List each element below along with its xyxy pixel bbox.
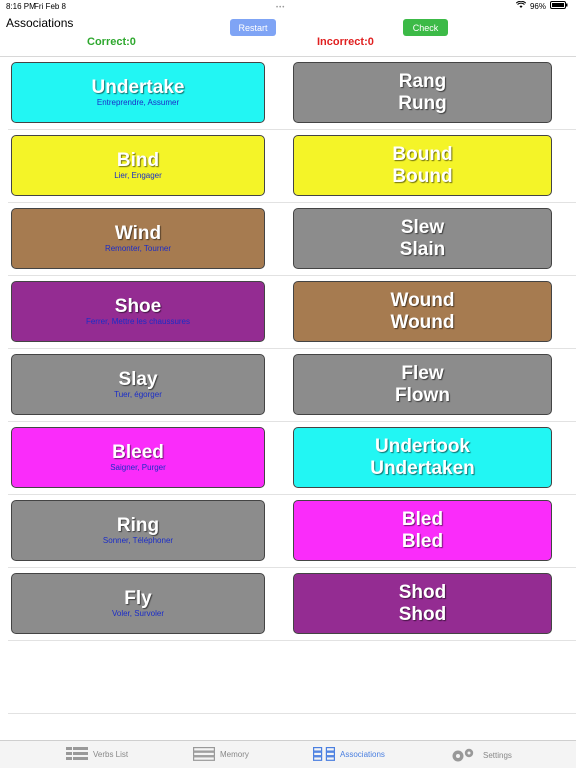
status-right: 96% (515, 0, 568, 11)
participle-form: Undertaken (370, 457, 475, 479)
association-row: Undertake Entreprendre, Assumer Rang Rung (8, 57, 576, 130)
verb-word: Bleed (112, 442, 164, 463)
association-row: Slay Tuer, égorger Flew Flown (8, 349, 576, 422)
battery-percent: 96% (529, 1, 546, 11)
association-row: Wind Remonter, Tourner Slew Slain (8, 203, 576, 276)
check-button[interactable]: Check (403, 19, 448, 36)
forms-card[interactable]: Bled Bled (293, 500, 552, 561)
past-form: Slew (400, 216, 445, 238)
association-row: Shoe Ferrer, Mettre les chaussures Wound Wo… (8, 276, 576, 349)
tab-verbs-list[interactable]: Verbs List (66, 747, 128, 761)
past-form: Wound (390, 289, 455, 311)
tab-label: Settings (483, 750, 512, 760)
verb-word: Fly (124, 588, 152, 609)
forms-card[interactable]: Flew Flown (293, 354, 552, 415)
tab-memory[interactable]: Memory (193, 747, 249, 761)
verb-word: Bind (116, 150, 160, 171)
participle-form: Bled (401, 530, 444, 552)
verb-word: Ring (116, 515, 160, 536)
forms-card[interactable]: Rang Rung (293, 62, 552, 123)
verb-translation: Saigner, Purger (110, 463, 166, 472)
tab-label: Associations (340, 749, 385, 759)
participle-form: Shod (398, 603, 447, 625)
participle-form: Flown (395, 384, 450, 406)
verb-word: Shoe (114, 296, 162, 317)
status-time: 8:16 PM (6, 2, 36, 11)
forms-card[interactable]: Undertook Undertaken (293, 427, 552, 488)
participle-form: Bound (392, 165, 453, 187)
correct-count: Correct:0 (87, 36, 136, 48)
participle-form: Wound (390, 311, 455, 333)
verb-translation: Sonner, Téléphoner (102, 536, 174, 545)
verb-card[interactable]: Shoe Ferrer, Mettre les chaussures (11, 281, 265, 342)
verb-translation: Remonter, Tourner (104, 244, 172, 253)
verb-translation: Ferrer, Mettre les chaussures (85, 317, 191, 326)
past-form: Bound (392, 143, 453, 165)
verb-translation: Voler, Survoler (111, 609, 165, 618)
incorrect-count: Incorrect:0 (317, 36, 374, 48)
status-bar: 8:16 PM Fri Feb 8 ••• 96% (0, 0, 576, 12)
tab-associations[interactable]: Associations (313, 747, 385, 761)
memory-icon (193, 747, 215, 761)
past-form: Bled (401, 508, 444, 530)
verb-card[interactable]: Ring Sonner, Téléphoner (11, 500, 265, 561)
associations-icon (313, 747, 335, 761)
verb-translation: Entreprendre, Assumer (96, 98, 180, 107)
association-row: Fly Voler, Survoler Shod Shod (8, 568, 576, 641)
verb-word: Undertake (91, 77, 185, 98)
past-form: Undertook (375, 435, 470, 457)
verb-card[interactable]: Bleed Saigner, Purger (11, 427, 265, 488)
verb-translation: Tuer, égorger (114, 390, 162, 399)
verb-card[interactable]: Wind Remonter, Tourner (11, 208, 265, 269)
list-bottom-divider (8, 713, 576, 714)
list-icon (66, 747, 88, 761)
forms-card[interactable]: Wound Wound (293, 281, 552, 342)
association-row: Bleed Saigner, Purger Undertook Undertaken (8, 422, 576, 495)
verb-word: Wind (114, 223, 162, 244)
multitask-dots: ••• (276, 5, 286, 11)
gear-icon (450, 747, 478, 763)
forms-card[interactable]: Bound Bound (293, 135, 552, 196)
restart-button[interactable]: Restart (230, 19, 276, 36)
participle-form: Slain (399, 238, 446, 260)
tab-label: Memory (220, 749, 249, 759)
association-row: Bind Lier, Engager Bound Bound (8, 130, 576, 203)
tab-label: Verbs List (93, 749, 129, 759)
wifi-icon (515, 0, 527, 11)
battery-icon (550, 1, 568, 11)
verb-word: Slay (118, 369, 158, 390)
forms-card[interactable]: Slew Slain (293, 208, 552, 269)
past-form: Shod (398, 581, 447, 603)
past-form: Rang (398, 70, 447, 92)
past-form: Flew (401, 362, 444, 384)
participle-form: Rung (398, 92, 447, 114)
tab-settings[interactable]: Settings (450, 747, 512, 763)
tab-bar: Verbs List Memory Associations Settings (0, 740, 576, 768)
association-list: Undertake Entreprendre, Assumer Rang Rung Bi… (0, 57, 576, 641)
verb-card[interactable]: Slay Tuer, égorger (11, 354, 265, 415)
page-title: Associations (6, 16, 74, 30)
verb-translation: Lier, Engager (114, 171, 162, 180)
verb-card[interactable]: Bind Lier, Engager (11, 135, 265, 196)
status-date: Fri Feb 8 (34, 2, 67, 11)
forms-card[interactable]: Shod Shod (293, 573, 552, 634)
verb-card[interactable]: Fly Voler, Survoler (11, 573, 265, 634)
verb-card[interactable]: Undertake Entreprendre, Assumer (11, 62, 265, 123)
association-row: Ring Sonner, Téléphoner Bled Bled (8, 495, 576, 568)
